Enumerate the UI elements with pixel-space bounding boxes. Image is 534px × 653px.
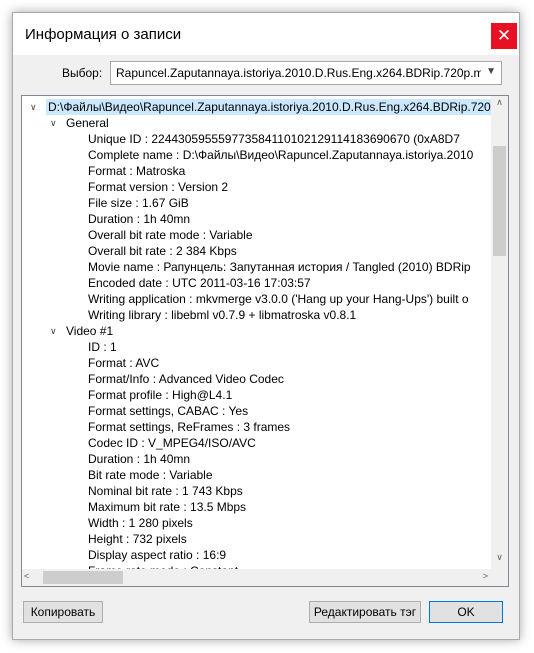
tree-leaf-item[interactable]: Format version : Version 2 xyxy=(88,179,228,195)
window-title: Информация о записи xyxy=(25,26,182,43)
scroll-right-icon[interactable]: > xyxy=(483,571,488,581)
scroll-down-icon[interactable]: ∨ xyxy=(491,552,508,568)
info-tree[interactable]: ∨ D:\Файлы\Видео\Rapuncel.Zaputannaya.is… xyxy=(21,95,509,587)
ok-button[interactable]: OK xyxy=(429,601,503,623)
tree-viewport: ∨ D:\Файлы\Видео\Rapuncel.Zaputannaya.is… xyxy=(22,96,491,569)
tree-leaf-item[interactable]: File size : 1.67 GiB xyxy=(88,195,189,211)
tree-leaf-item[interactable]: Format : AVC xyxy=(88,355,159,371)
select-label: Выбор: xyxy=(62,66,103,80)
tree-section-node[interactable]: ∨ Video #1 xyxy=(50,323,114,339)
tree-leaf-item[interactable]: Maximum bit rate : 13.5 Mbps xyxy=(88,499,246,515)
scroll-up-icon[interactable]: ∧ xyxy=(491,97,508,113)
tree-leaf-item[interactable]: Codec ID : V_MPEG4/ISO/AVC xyxy=(88,435,256,451)
tree-root-label: D:\Файлы\Видео\Rapuncel.Zaputannaya.isto… xyxy=(48,100,491,114)
tree-leaf-item[interactable]: Encoded date : UTC 2011-03-16 17:03:57 xyxy=(88,275,311,291)
tree-leaf-item[interactable]: Unique ID : 2244305955597735841101021291… xyxy=(88,131,460,147)
tree-leaf-item[interactable]: Movie name : Рапунцель: Запутанная истор… xyxy=(88,259,471,275)
collapse-icon[interactable]: ∨ xyxy=(50,115,57,131)
scroll-left-icon[interactable]: < xyxy=(24,571,29,581)
scrollbar-corner xyxy=(491,569,508,586)
tree-leaf-item[interactable]: Nominal bit rate : 1 743 Kbps xyxy=(88,483,243,499)
edit-tag-button[interactable]: Редактировать тэг xyxy=(309,601,421,623)
tree-leaf-item[interactable]: Duration : 1h 40mn xyxy=(88,451,190,467)
tree-leaf-item[interactable]: Width : 1 280 pixels xyxy=(88,515,193,531)
tree-leaf-item[interactable]: Overall bit rate mode : Variable xyxy=(88,227,253,243)
tree-leaf-item[interactable]: Format settings, ReFrames : 3 frames xyxy=(88,419,290,435)
file-select-value: Rapuncel.Zaputannaya.istoriya.2010.D.Rus… xyxy=(116,66,481,80)
chevron-down-icon: ▼ xyxy=(486,66,496,77)
collapse-icon[interactable]: ∨ xyxy=(50,323,57,339)
tree-root-node[interactable]: ∨ D:\Файлы\Видео\Rapuncel.Zaputannaya.is… xyxy=(30,99,491,115)
tree-leaf-item[interactable]: Bit rate mode : Variable xyxy=(88,467,213,483)
horizontal-scrollbar[interactable]: < > xyxy=(22,569,491,586)
tree-leaf-item[interactable]: Writing library : libebml v0.7.9 + libma… xyxy=(88,307,356,323)
tree-section-label: Video #1 xyxy=(66,324,114,338)
tree-leaf-item[interactable]: Writing application : mkvmerge v3.0.0 ('… xyxy=(88,291,469,307)
title-bar: Информация о записи ✕ xyxy=(13,13,519,55)
tree-leaf-item[interactable]: Height : 732 pixels xyxy=(88,531,187,547)
tree-leaf-item[interactable]: Complete name : D:\Файлы\Видео\Rapuncel.… xyxy=(88,147,473,163)
tree-leaf-item[interactable]: Format profile : High@L4.1 xyxy=(88,387,232,403)
close-icon: ✕ xyxy=(496,26,512,45)
tree-leaf-item[interactable]: Display aspect ratio : 16:9 xyxy=(88,547,226,563)
info-dialog: Информация о записи ✕ Выбор: Rapuncel.Za… xyxy=(12,12,520,640)
horizontal-scroll-thumb[interactable] xyxy=(43,571,123,584)
file-select[interactable]: Rapuncel.Zaputannaya.istoriya.2010.D.Rus… xyxy=(110,61,502,85)
tree-leaf-item[interactable]: Overall bit rate : 2 384 Kbps xyxy=(88,243,237,259)
tree-section-label: General xyxy=(66,116,109,130)
tree-section-node[interactable]: ∨ General xyxy=(50,115,109,131)
close-button[interactable]: ✕ xyxy=(491,23,517,49)
collapse-icon[interactable]: ∨ xyxy=(30,99,37,115)
copy-button[interactable]: Копировать xyxy=(23,601,103,623)
vertical-scroll-thumb[interactable] xyxy=(493,146,506,256)
tree-leaf-item[interactable]: Format : Matroska xyxy=(88,163,185,179)
tree-leaf-item[interactable]: Duration : 1h 40mn xyxy=(88,211,190,227)
vertical-scrollbar[interactable]: ∧ ∨ xyxy=(491,96,508,569)
tree-leaf-item[interactable]: Format/Info : Advanced Video Codec xyxy=(88,371,284,387)
tree-leaf-item[interactable]: ID : 1 xyxy=(88,339,117,355)
tree-leaf-item[interactable]: Format settings, CABAC : Yes xyxy=(88,403,248,419)
